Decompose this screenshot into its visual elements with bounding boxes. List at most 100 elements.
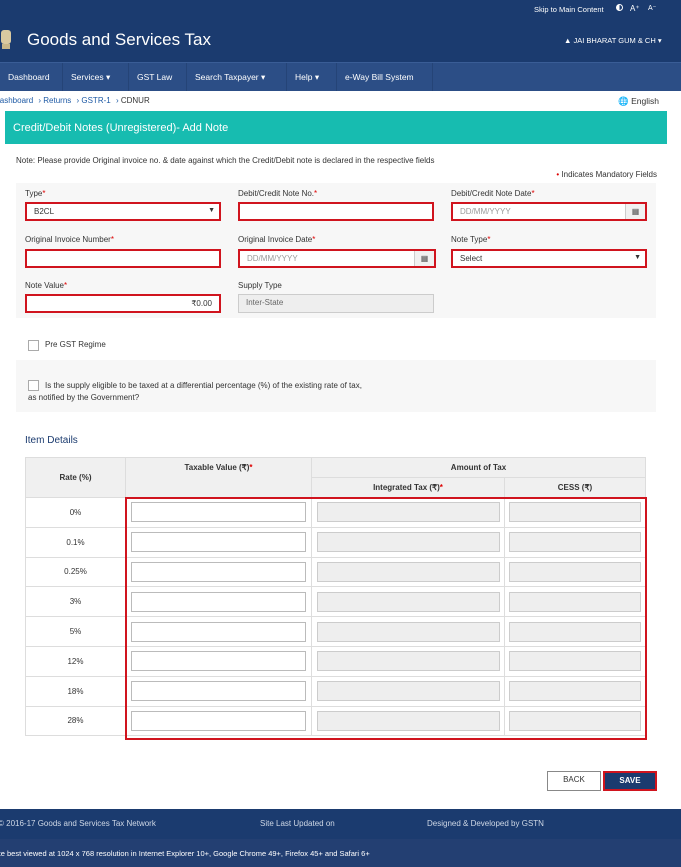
calendar-icon[interactable]: ▦ (625, 204, 645, 219)
save-button[interactable]: SAVE (603, 771, 657, 791)
nav-search-taxpayer[interactable]: Search Taxpayer ▾ (187, 63, 287, 91)
language-label: English (631, 96, 659, 106)
differential-label-line2: as notified by the Government? (28, 393, 140, 402)
table-row: 3% (25, 586, 646, 618)
orig-inv-date-label: Original Invoice Date* (238, 235, 316, 244)
contrast-icon[interactable] (616, 4, 623, 11)
orig-inv-no-input[interactable] (25, 249, 221, 268)
breadcrumb-current: CDNUR (120, 96, 150, 105)
rate-cell: 28% (25, 705, 126, 737)
table-row: 28% (25, 705, 646, 737)
table-row: 12% (25, 645, 646, 677)
note-no-label: Debit/Credit Note No.* (238, 189, 318, 198)
calendar-icon[interactable]: ▦ (414, 251, 434, 266)
integrated-tax-field (316, 621, 500, 642)
integrated-tax-field (316, 561, 500, 582)
table-row: 0% (25, 497, 646, 528)
site-title[interactable]: Goods and Services Tax (27, 30, 211, 50)
user-menu[interactable]: ▲ JAI BHARAT GUM & CH ▾ (564, 36, 662, 45)
orig-inv-date-input[interactable]: DD/MM/YYYY ▦ (238, 249, 436, 268)
type-label: Type* (25, 189, 46, 198)
cess-field (509, 710, 641, 731)
type-select[interactable]: B2CL ▼ (25, 202, 221, 221)
last-updated-text: Site Last Updated on (260, 819, 335, 828)
taxable-value-input[interactable] (131, 502, 306, 523)
font-increase-button[interactable]: A⁺ (630, 4, 640, 13)
taxable-value-input[interactable] (131, 651, 306, 672)
taxable-value-input[interactable] (131, 621, 306, 642)
rate-header: Rate (%) (25, 457, 126, 498)
cess-field (509, 532, 641, 553)
integrated-tax-field (316, 651, 500, 672)
breadcrumb-gstr1[interactable]: GSTR-1 (81, 96, 110, 105)
note-date-input[interactable]: DD/MM/YYYY ▦ (451, 202, 647, 221)
cess-field (509, 681, 641, 702)
cess-field (509, 591, 641, 612)
nav-gst-law[interactable]: GST Law (129, 63, 187, 91)
chevron-down-icon: ▼ (634, 254, 641, 261)
main-nav: Dashboard Services ▾ GST Law Search Taxp… (0, 62, 681, 91)
nav-help[interactable]: Help ▾ (287, 63, 337, 91)
back-button[interactable]: BACK (547, 771, 601, 791)
integrated-tax-field (316, 710, 500, 731)
breadcrumb-dashboard[interactable]: Dashboard (0, 96, 33, 105)
table-row: 0.1% (25, 526, 646, 558)
nav-services[interactable]: Services ▾ (63, 63, 129, 91)
emblem-logo-icon (1, 30, 11, 49)
best-viewed-text: Site best viewed at 1024 x 768 resolutio… (0, 849, 370, 858)
chevron-down-icon: ▼ (208, 207, 215, 214)
item-details-table: Rate (%) Taxable Value (₹)* Amount of Ta… (25, 457, 646, 737)
differential-label: Is the supply eligible to be taxed at a … (45, 381, 362, 390)
taxable-value-input[interactable] (131, 591, 306, 612)
pre-gst-label: Pre GST Regime (45, 340, 106, 349)
globe-icon: 🌐 (618, 96, 629, 106)
skip-to-main-link[interactable]: Skip to Main Content (534, 5, 604, 14)
rate-cell: 18% (25, 675, 126, 707)
integrated-tax-field (316, 591, 500, 612)
cess-field (509, 621, 641, 642)
rate-cell: 0% (25, 497, 126, 528)
taxable-value-input[interactable] (131, 681, 306, 702)
panel-title: Credit/Debit Notes (Unregistered)- Add N… (5, 111, 667, 144)
cess-header: CESS (₹) (504, 477, 646, 498)
orig-inv-no-label: Original Invoice Number* (25, 235, 114, 244)
breadcrumb-returns[interactable]: Returns (43, 96, 71, 105)
cess-field (509, 502, 641, 523)
integrated-tax-header: Integrated Tax (₹)* (311, 477, 505, 498)
taxable-value-header: Taxable Value (₹)* (125, 457, 312, 498)
supply-type-label: Supply Type (238, 281, 282, 290)
cess-field (509, 651, 641, 672)
item-details-title: Item Details (25, 435, 78, 446)
taxable-value-input[interactable] (131, 532, 306, 553)
copyright-text: © 2016-17 Goods and Services Tax Network (0, 819, 156, 828)
cess-field (509, 561, 641, 582)
rate-cell: 5% (25, 616, 126, 647)
differential-checkbox[interactable] (28, 380, 39, 391)
language-selector[interactable]: 🌐 English (618, 96, 659, 107)
site-header: Goods and Services Tax ▲ JAI BHARAT GUM … (0, 18, 681, 62)
designed-by-text: Designed & Developed by GSTN (427, 819, 544, 828)
nav-eway-bill[interactable]: e-Way Bill System (337, 63, 433, 91)
note-type-label: Note Type* (451, 235, 491, 244)
top-utility-bar: Skip to Main Content A⁺ A⁻ (0, 0, 681, 18)
rate-cell: 0.25% (25, 556, 126, 588)
note-type-select[interactable]: Select ▼ (451, 249, 647, 268)
amount-of-tax-header: Amount of Tax (311, 457, 646, 478)
integrated-tax-field (316, 502, 500, 523)
taxable-value-input[interactable] (131, 710, 306, 731)
site-footer: © 2016-17 Goods and Services Tax Network… (0, 809, 681, 839)
pre-gst-checkbox[interactable] (28, 340, 39, 351)
rate-cell: 0.1% (25, 526, 126, 558)
rate-cell: 12% (25, 645, 126, 677)
browser-note-bar: Site best viewed at 1024 x 768 resolutio… (0, 839, 681, 867)
note-no-input[interactable] (238, 202, 434, 221)
font-decrease-button[interactable]: A⁻ (648, 4, 656, 12)
nav-dashboard[interactable]: Dashboard (0, 63, 63, 91)
instruction-note: Note: Please provide Original invoice no… (16, 156, 435, 165)
note-date-label: Debit/Credit Note Date* (451, 189, 535, 198)
table-row: 18% (25, 675, 646, 707)
note-value-label: Note Value* (25, 281, 68, 290)
note-value-input[interactable]: ₹0.00 (25, 294, 221, 313)
breadcrumb: Dashboard › Returns › GSTR-1 › CDNUR (0, 96, 153, 105)
taxable-value-input[interactable] (131, 561, 306, 582)
